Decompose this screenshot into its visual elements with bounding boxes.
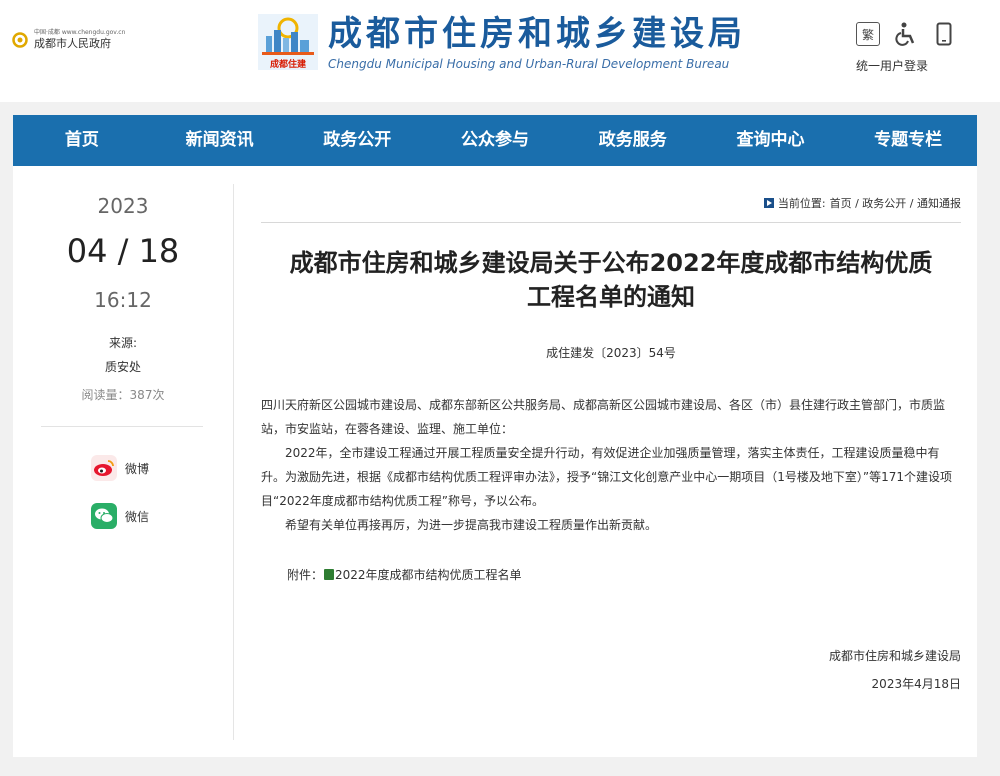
article-meta-sidebar: 2023 04 / 18 16:12 来源: 质安处 阅读量：387次 微博 微… bbox=[13, 166, 233, 757]
accessibility-icon[interactable] bbox=[894, 22, 918, 46]
share-weibo[interactable]: 微博 bbox=[91, 455, 149, 481]
attachment-link[interactable]: 2022年度成都市结构优质工程名单 bbox=[335, 566, 522, 583]
paragraph-closing: 希望有关单位再接再厉，为进一步提高我市建设工程质量作出新贡献。 bbox=[285, 518, 658, 532]
signer-name: 成都市住房和城乡建设局 bbox=[828, 649, 961, 663]
weibo-icon bbox=[91, 455, 117, 481]
share-wechat[interactable]: 微信 bbox=[91, 503, 149, 529]
nav-gov-services[interactable]: 政务服务 bbox=[564, 115, 702, 166]
content-panel: 2023 04 / 18 16:12 来源: 质安处 阅读量：387次 微博 微… bbox=[13, 166, 977, 757]
publish-year: 2023 bbox=[97, 194, 149, 218]
bureau-title: 成都市住房和城乡建设局 bbox=[328, 14, 746, 54]
gov-name: 成都市人民政府 bbox=[34, 37, 111, 50]
attachment: 附件： 2022年度成都市结构优质工程名单 bbox=[287, 566, 522, 583]
source-label: 来源: bbox=[108, 336, 138, 350]
nav-news[interactable]: 新闻资讯 bbox=[151, 115, 289, 166]
sign-date: 2023年4月18日 bbox=[871, 677, 961, 691]
article-body: 四川天府新区公园城市建设局、成都东部新区公共服务局、成都高新区公园城市建设局、各… bbox=[261, 393, 961, 537]
article-title-line2: 工程名单的通知 bbox=[527, 283, 695, 311]
article-title: 成都市住房和城乡建设局关于公布2022年度成都市结构优质 工程名单的通知 bbox=[261, 246, 961, 314]
gov-site-url: 中国·成都 www.chengdu.gov.cn bbox=[34, 29, 126, 36]
breadcrumb-path[interactable]: 首页 / 政务公开 / 通知通报 bbox=[830, 195, 961, 211]
nav-gov-affairs[interactable]: 政务公开 bbox=[288, 115, 426, 166]
emblem-caption: 成都住建 bbox=[270, 58, 307, 70]
breadcrumb-label: 当前位置: bbox=[777, 197, 826, 210]
nav-home[interactable]: 首页 bbox=[13, 115, 151, 166]
paragraph-main: 2022年，全市建设工程通过开展工程质量安全提升行动，有效促进企业加强质量管理，… bbox=[261, 446, 952, 508]
unified-login-link[interactable]: 统一用户登录 bbox=[856, 57, 928, 74]
site-header: 中国·成都 www.chengdu.gov.cn 成都市人民政府 成都住建 成都… bbox=[0, 0, 1000, 102]
publish-month-day: 04 / 18 bbox=[66, 232, 180, 270]
chengdu-gov-logo[interactable]: 中国·成都 www.chengdu.gov.cn 成都市人民政府 bbox=[12, 30, 125, 49]
divider bbox=[41, 426, 203, 427]
breadcrumb-divider bbox=[261, 222, 961, 223]
sun-logo-icon bbox=[12, 31, 28, 48]
document-number: 成住建发〔2023〕54号 bbox=[546, 346, 676, 360]
nav-query-center[interactable]: 查询中心 bbox=[702, 115, 840, 166]
read-count: 阅读量：387次 bbox=[81, 388, 165, 402]
excel-file-icon bbox=[324, 569, 335, 580]
mobile-icon[interactable] bbox=[932, 22, 956, 46]
sidebar-divider bbox=[233, 184, 234, 740]
source-value: 质安处 bbox=[104, 360, 141, 374]
wechat-label: 微信 bbox=[125, 509, 150, 524]
accessibility-tools: 繁 bbox=[856, 22, 956, 46]
article-title-line1: 成都市住房和城乡建设局关于公布2022年度成都市结构优质 bbox=[289, 249, 933, 277]
weibo-label: 微博 bbox=[125, 461, 150, 476]
play-icon bbox=[763, 198, 774, 208]
bureau-title-en: Chengdu Municipal Housing and Urban-Rura… bbox=[328, 57, 730, 71]
traditional-chinese-button[interactable]: 繁 bbox=[856, 22, 880, 46]
bureau-emblem-logo: 成都住建 bbox=[258, 14, 318, 70]
attachment-label: 附件： bbox=[287, 568, 324, 582]
paragraph-addressees: 四川天府新区公园城市建设局、成都东部新区公共服务局、成都高新区公园城市建设局、各… bbox=[261, 398, 946, 436]
breadcrumb: 当前位置: 首页 / 政务公开 / 通知通报 bbox=[763, 195, 961, 211]
wechat-icon bbox=[91, 503, 117, 529]
nav-special-topics[interactable]: 专题专栏 bbox=[839, 115, 977, 166]
nav-public-participation[interactable]: 公众参与 bbox=[426, 115, 564, 166]
main-nav: 首页 新闻资讯 政务公开 公众参与 政务服务 查询中心 专题专栏 bbox=[13, 115, 977, 166]
publish-time: 16:12 bbox=[94, 288, 152, 312]
signature-block: 成都市住房和城乡建设局 2023年4月18日 bbox=[829, 642, 961, 698]
